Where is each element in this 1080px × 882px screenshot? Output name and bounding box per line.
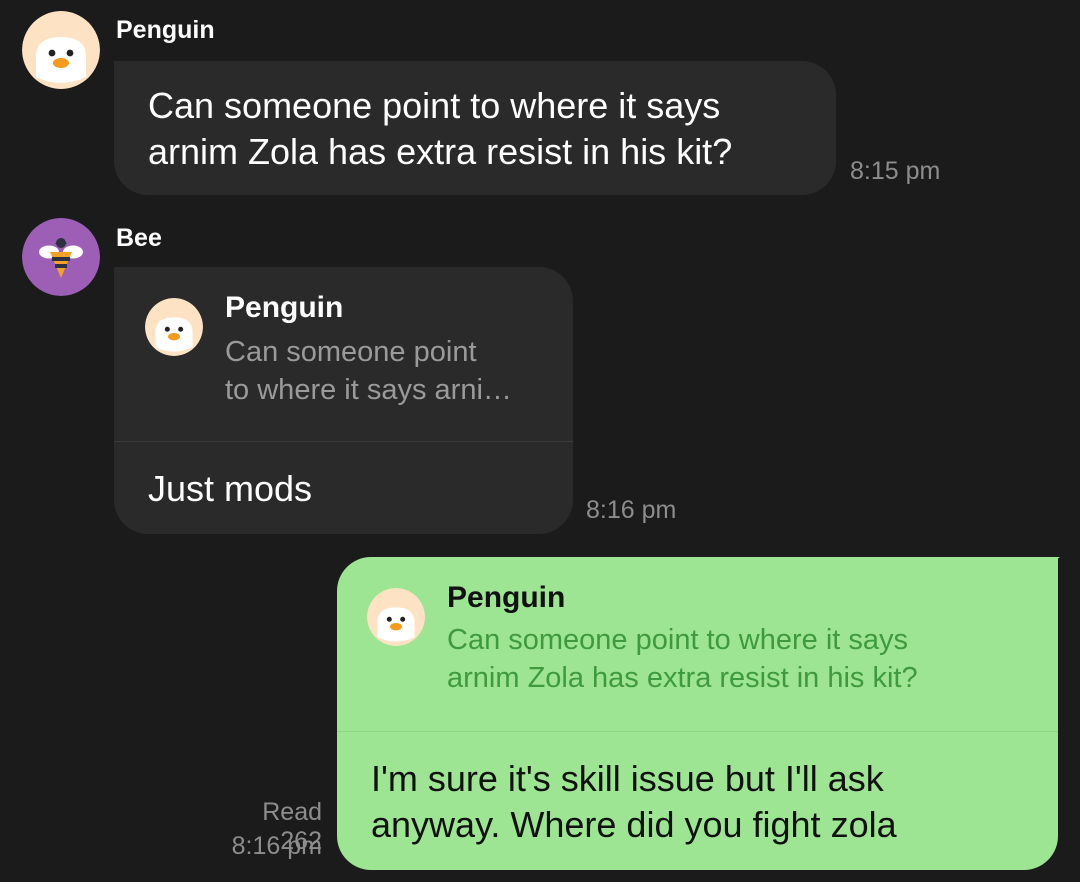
bubble-body: Can someone point to where it says arnim… — [114, 61, 836, 195]
quoted-sender: Penguin — [447, 581, 566, 614]
message-time: 8:16 pm — [586, 496, 677, 524]
message-text: Can someone point to where it says arnim… — [148, 85, 733, 172]
quoted-avatar — [145, 298, 203, 356]
reply-quote[interactable]: Penguin Can someone point to where it sa… — [114, 267, 573, 441]
message-time: 8:15 pm — [850, 157, 941, 185]
quote-divider — [337, 731, 1058, 732]
bubble-body: Penguin Can someone point to where it sa… — [337, 557, 1058, 870]
bubble-body: Penguin Can someone point to where it sa… — [114, 267, 573, 534]
penguin-icon — [367, 588, 425, 646]
penguin-icon — [145, 298, 203, 356]
message-text: Just mods — [148, 468, 313, 509]
quoted-sender: Penguin — [225, 291, 344, 324]
penguin-icon — [22, 11, 100, 89]
sender-name: Bee — [116, 224, 162, 252]
message-time: 8:16 pm — [231, 832, 322, 860]
message-bubble[interactable]: Penguin Can someone point to where it sa… — [337, 557, 1060, 870]
bee-icon — [22, 218, 100, 296]
reply-quote[interactable]: Penguin Can someone point to where it sa… — [337, 557, 1058, 731]
message-bubble[interactable]: Can someone point to where it says arnim… — [114, 61, 836, 195]
quoted-text: Can someone point to where it says arnim… — [447, 624, 918, 694]
bee-avatar[interactable] — [22, 218, 100, 296]
quoted-text: Can someone point to where it says arni… — [225, 336, 512, 406]
message-text: I'm sure it's skill issue but I'll ask a… — [371, 758, 897, 845]
quoted-avatar — [367, 588, 425, 646]
penguin-avatar[interactable] — [22, 11, 100, 89]
sender-name: Penguin — [116, 16, 215, 44]
quote-divider — [114, 441, 573, 442]
message-bubble[interactable]: Penguin Can someone point to where it sa… — [114, 267, 573, 534]
